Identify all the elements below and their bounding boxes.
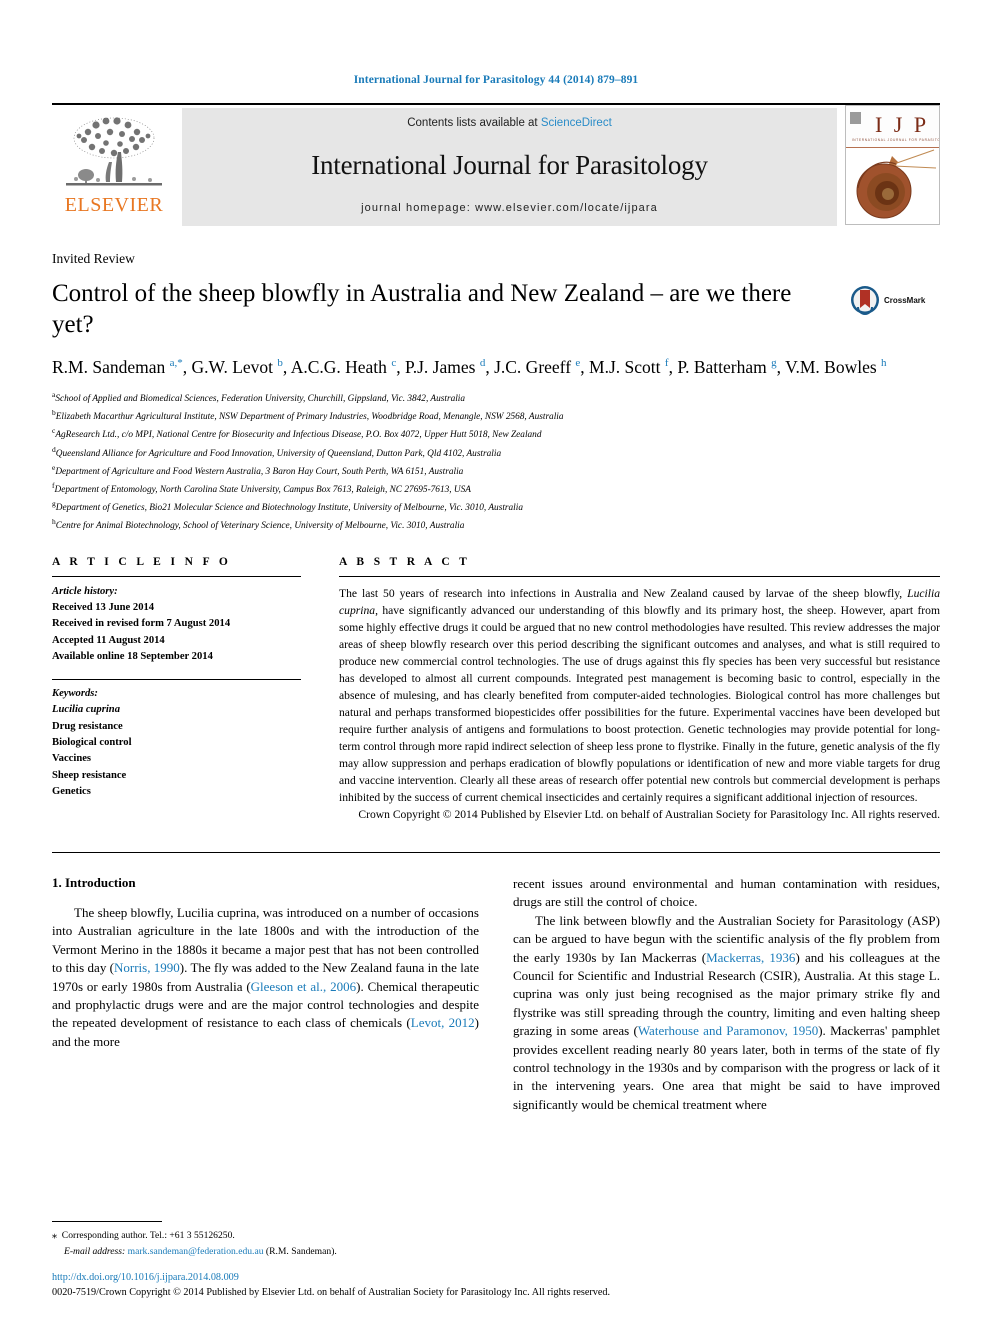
elsevier-logo: ELSEVIER (52, 105, 176, 215)
affiliation-text: Department of Entomology, North Carolina… (54, 484, 471, 495)
abstract-text: The last 50 years of research into infec… (339, 587, 940, 805)
history-item: Received 13 June 2014 (52, 602, 155, 614)
svg-text:INTERNATIONAL JOURNAL FOR PARA: INTERNATIONAL JOURNAL FOR PARASITOLOGY (852, 138, 939, 142)
paragraph: The sheep blowfly, Lucilia cuprina, was … (52, 905, 479, 1049)
paragraph: recent issues around environmental and h… (513, 876, 940, 910)
affiliation-text: Department of Genetics, Bio21 Molecular … (55, 503, 523, 514)
article-history: Article history: Received 13 June 2014 R… (52, 584, 301, 664)
affiliation-text: Centre for Animal Biotechnology, School … (55, 521, 465, 532)
journal-title: International Journal for Parasitology (311, 150, 708, 180)
history-item: Available online 18 September 2014 (52, 650, 213, 662)
affiliation-item: fDepartment of Entomology, North Carolin… (52, 480, 940, 498)
abstract-copyright: Crown Copyright © 2014 Published by Else… (358, 808, 940, 822)
svg-text:I J P: I J P (875, 112, 929, 137)
journal-band: Contents lists available at ScienceDirec… (182, 108, 837, 226)
article-history-label: Article history: (52, 586, 118, 598)
article-first-page: International Journal for Parasitology 4… (0, 0, 992, 1323)
section-heading-introduction: 1. Introduction (52, 875, 136, 890)
keywords-list: Keywords: Lucilia cuprina Drug resistanc… (52, 686, 301, 801)
contents-lists-prefix: Contents lists available at (407, 117, 541, 129)
crossmark-icon (851, 286, 879, 315)
body-column-right: recent issues around environmental and h… (513, 875, 940, 1114)
elsevier-wordmark: ELSEVIER (64, 194, 164, 216)
corresponding-author-line: ⁎ Corresponding author. Tel.: +61 3 5512… (52, 1230, 235, 1242)
divider (339, 576, 940, 578)
affiliation-text: Queensland Alliance for Agriculture and … (55, 448, 502, 459)
doi-link[interactable]: http://dx.doi.org/10.1016/j.ijpara.2014.… (52, 1271, 940, 1286)
journal-cover-image: I J P INTERNATIONAL JOURNAL FOR PARASITO… (846, 106, 939, 224)
elsevier-tree-icon (66, 117, 162, 186)
keyword-item: Drug resistance (52, 720, 123, 732)
affiliation-item: gDepartment of Genetics, Bio21 Molecular… (52, 498, 940, 516)
crossmark-label: CrossMark (884, 295, 926, 305)
affiliation-text: Department of Agriculture and Food Weste… (55, 466, 464, 477)
running-head: International Journal for Parasitology 4… (353, 74, 639, 86)
divider (52, 678, 301, 680)
info-abstract-block: A R T I C L E I N F O Article history: R… (52, 556, 940, 824)
affiliation-text: School of Applied and Biomedical Science… (55, 394, 466, 405)
corresponding-author-email[interactable]: E-mail address: mark.sandeman@federation… (52, 1244, 460, 1260)
history-item: Received in revised form 7 August 2014 (52, 618, 231, 630)
history-item: Accepted 11 August 2014 (52, 634, 165, 646)
journal-masthead: ELSEVIER Contents lists available at Sci… (52, 103, 940, 226)
keywords-block: Keywords: Lucilia cuprina Drug resistanc… (52, 678, 301, 801)
title-row: Control of the sheep blowfly in Australi… (52, 279, 940, 340)
affiliation-item: hCentre for Animal Biotechnology, School… (52, 516, 940, 534)
abstract-heading: A B S T R A C T (339, 556, 471, 569)
keywords-label: Keywords: (52, 687, 98, 699)
issn-copyright-line: 0020-7519/Crown Copyright © 2014 Publish… (52, 1287, 611, 1299)
abstract-column: A B S T R A C T The last 50 years of res… (339, 556, 940, 824)
sciencedirect-link[interactable]: ScienceDirect (541, 117, 612, 129)
article-info-column: A R T I C L E I N F O Article history: R… (52, 556, 301, 824)
divider (52, 1221, 162, 1223)
affiliation-list: aSchool of Applied and Biomedical Scienc… (52, 389, 940, 534)
crossmark-badge[interactable]: CrossMark (850, 279, 940, 315)
body-columns: 1. Introduction The sheep blowfly, Lucil… (52, 875, 940, 1114)
journal-homepage-link[interactable]: journal homepage: www.elsevier.com/locat… (361, 202, 658, 214)
keyword-item: Genetics (52, 786, 91, 798)
article-type-label: Invited Review (52, 251, 135, 266)
corresponding-author-footnote: ⁎ Corresponding author. Tel.: +61 3 5512… (52, 1221, 460, 1260)
divider (52, 576, 301, 578)
keyword-item: Biological control (52, 736, 132, 748)
paragraph: The link between blowfly and the Austral… (513, 912, 940, 1112)
affiliation-item: eDepartment of Agriculture and Food West… (52, 462, 940, 480)
body-column-left: 1. Introduction The sheep blowfly, Lucil… (52, 875, 479, 1114)
page-footer: http://dx.doi.org/10.1016/j.ijpara.2014.… (52, 1271, 940, 1301)
affiliation-text: Elizabeth Macarthur Agricultural Institu… (55, 412, 564, 423)
affiliation-item: cAgResearch Ltd., c/o MPI, National Cent… (52, 425, 940, 443)
contents-lists-line: Contents lists available at ScienceDirec… (407, 117, 612, 129)
keyword-item: Sheep resistance (52, 769, 127, 781)
affiliation-item: bElizabeth Macarthur Agricultural Instit… (52, 407, 940, 425)
author-list: R.M. Sandeman a,*, G.W. Levot b, A.C.G. … (52, 357, 887, 377)
affiliation-text: AgResearch Ltd., c/o MPI, National Centr… (55, 430, 542, 441)
keyword-item: Lucilia cuprina (52, 704, 120, 716)
keyword-item: Vaccines (52, 753, 92, 765)
page-title: Control of the sheep blowfly in Australi… (52, 280, 792, 338)
journal-cover-thumbnail: I J P INTERNATIONAL JOURNAL FOR PARASITO… (845, 105, 940, 225)
divider (52, 852, 940, 853)
article-info-heading: A R T I C L E I N F O (52, 556, 232, 569)
affiliation-item: dQueensland Alliance for Agriculture and… (52, 444, 940, 462)
affiliation-item: aSchool of Applied and Biomedical Scienc… (52, 389, 940, 407)
